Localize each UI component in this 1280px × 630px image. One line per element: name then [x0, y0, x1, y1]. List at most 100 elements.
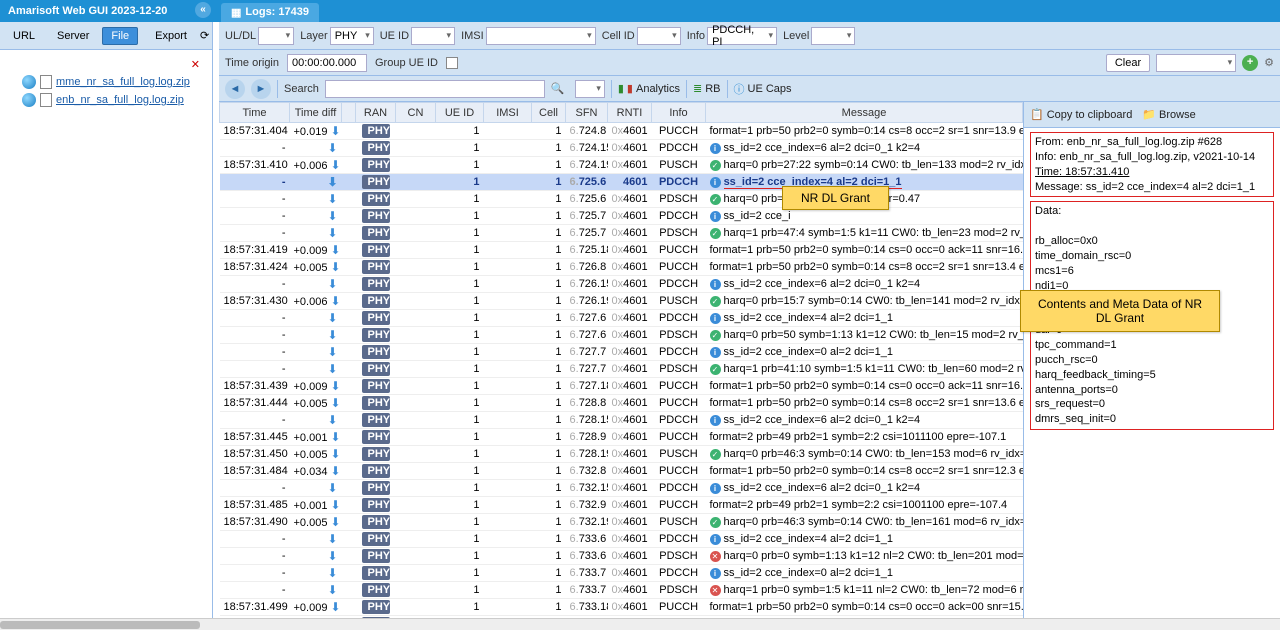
- table-row[interactable]: - ⬇PHY116.732.150x4601PDCCHi ss_id=2 cce…: [220, 480, 1023, 497]
- browse-button[interactable]: 📁Browse: [1142, 108, 1195, 121]
- table-row[interactable]: 18:57:31.450+0.005 ⬇PHY116.728.190x4601P…: [220, 446, 1023, 463]
- info-icon: ⓘ: [734, 81, 745, 97]
- forward-icon[interactable]: ►: [251, 79, 271, 99]
- ueid-select[interactable]: [411, 27, 455, 45]
- table-row[interactable]: - ⬇PHY116.726.150x4601PDCCHi ss_id=2 cce…: [220, 276, 1023, 293]
- callout-grant: NR DL Grant: [782, 186, 889, 210]
- add-icon[interactable]: +: [1242, 55, 1258, 71]
- server-button[interactable]: Server: [48, 27, 98, 45]
- table-row[interactable]: - ⬇PHY116.725.60x4601PDSCH✓ harq=0 prb=0…: [220, 191, 1023, 208]
- time-origin-label: Time origin: [225, 57, 279, 69]
- info-select[interactable]: PDCCH, PI: [707, 27, 777, 45]
- col-header[interactable]: CN: [396, 103, 436, 123]
- time-origin-input[interactable]: [287, 54, 367, 72]
- col-header[interactable]: UE ID: [436, 103, 484, 123]
- table-row[interactable]: - ⬇PHY116.733.60x4601PDSCH✕ harq=0 prb=0…: [220, 548, 1023, 565]
- col-header[interactable]: RNTI: [608, 103, 652, 123]
- refresh-icon[interactable]: ⟳: [200, 26, 209, 46]
- gear-icon[interactable]: ⚙: [1264, 56, 1274, 69]
- hscrollbar[interactable]: [0, 618, 1280, 630]
- table-row[interactable]: - ⬇PHY116.733.70x4601PDSCH✕ harq=1 prb=0…: [220, 582, 1023, 599]
- col-header[interactable]: Time diff: [290, 103, 342, 123]
- search-input[interactable]: [325, 80, 545, 98]
- table-row[interactable]: - ⬇PHY116.727.60x4601PDCCHi ss_id=2 cce_…: [220, 310, 1023, 327]
- cellid-select[interactable]: [637, 27, 681, 45]
- cellid-label: Cell ID: [602, 30, 635, 42]
- collapse-left-icon[interactable]: «: [195, 2, 211, 18]
- col-header[interactable]: Info: [652, 103, 706, 123]
- uecaps-button[interactable]: ⓘUE Caps: [734, 81, 792, 97]
- col-header[interactable]: [342, 103, 356, 123]
- layer-select[interactable]: PHY: [330, 27, 374, 45]
- col-header[interactable]: Message: [706, 103, 1023, 123]
- col-header[interactable]: IMSI: [484, 103, 532, 123]
- col-header[interactable]: RAN: [356, 103, 396, 123]
- url-button[interactable]: URL: [4, 27, 44, 45]
- export-button[interactable]: Export: [146, 27, 196, 45]
- table-row[interactable]: - ⬇PHY116.733.70x4601PDCCHi ss_id=2 cce_…: [220, 565, 1023, 582]
- table-row[interactable]: 18:57:31.444+0.005 ⬇PHY116.728.80x4601PU…: [220, 395, 1023, 412]
- detail-from: From: enb_nr_sa_full_log.log.zip #628: [1035, 135, 1269, 150]
- detail-data-label: Data:: [1035, 204, 1269, 219]
- log-table: TimeTime diff RANCNUE IDIMSICellSFNRNTIIn…: [219, 102, 1023, 618]
- table-row[interactable]: 18:57:31.439+0.009 ⬇PHY116.727.180x4601P…: [220, 378, 1023, 395]
- uldl-label: UL/DL: [225, 30, 256, 42]
- table-row[interactable]: - ⬇PHY116.727.70x4601PDSCH✓ harq=1 prb=4…: [220, 361, 1023, 378]
- app-title: Amarisoft Web GUI 2023-12-20: [8, 5, 167, 17]
- table-row[interactable]: 18:57:31.445+0.001 ⬇PHY116.728.90x4601PU…: [220, 429, 1023, 446]
- file-button[interactable]: File: [102, 27, 138, 45]
- tree-item[interactable]: enb_nr_sa_full_log.log.zip: [4, 91, 208, 109]
- tab-logs[interactable]: ▦ Logs: 17439: [221, 3, 319, 22]
- col-header[interactable]: Cell: [532, 103, 566, 123]
- search-opts[interactable]: [575, 80, 605, 98]
- group-ue-checkbox[interactable]: [446, 57, 458, 69]
- table-row[interactable]: - ⬇PHY116.724.150x4601PDCCHi ss_id=2 cce…: [220, 140, 1023, 157]
- binoculars-icon[interactable]: 🔍: [551, 82, 569, 95]
- table-row[interactable]: 18:57:31.485+0.001 ⬇PHY116.732.90x4601PU…: [220, 497, 1023, 514]
- detail-header-box: From: enb_nr_sa_full_log.log.zip #628 In…: [1030, 132, 1274, 197]
- table-row[interactable]: 18:57:31.430+0.006 ⬇PHY116.726.190x4601P…: [220, 293, 1023, 310]
- level-select[interactable]: [811, 27, 855, 45]
- info-label: Info: [687, 30, 705, 42]
- detail-msg: Message: ss_id=2 cce_index=4 al=2 dci=1_…: [1035, 180, 1269, 195]
- uldl-select[interactable]: [258, 27, 294, 45]
- col-header[interactable]: Time: [220, 103, 290, 123]
- table-row[interactable]: - ⬇PHY116.727.60x4601PDSCH✓ harq=0 prb=5…: [220, 327, 1023, 344]
- table-row[interactable]: - ⬇PHY116.728.150x4601PDCCHi ss_id=2 cce…: [220, 412, 1023, 429]
- copy-button[interactable]: 📋Copy to clipboard: [1030, 108, 1132, 121]
- back-icon[interactable]: ◄: [225, 79, 245, 99]
- search-label: Search: [284, 83, 319, 95]
- table-row[interactable]: 18:57:31.404+0.019 ⬇PHY116.724.80x4601PU…: [220, 123, 1023, 140]
- clear-select[interactable]: [1156, 54, 1236, 72]
- table-row[interactable]: 18:57:31.490+0.005 ⬇PHY116.732.190x4601P…: [220, 514, 1023, 531]
- table-row[interactable]: - ⬇PHY116.725.70x4601PDCCHi ss_id=2 cce_…: [220, 208, 1023, 225]
- close-icon[interactable]: ✕: [4, 56, 208, 73]
- folder-icon: 📁: [1142, 108, 1156, 121]
- tree-label: enb_nr_sa_full_log.log.zip: [56, 94, 184, 106]
- layer-label: Layer: [300, 30, 328, 42]
- detail-info: Info: enb_nr_sa_full_log.log.zip, v2021-…: [1035, 150, 1269, 165]
- table-row[interactable]: 18:57:31.499+0.009 ⬇PHY116.733.180x4601P…: [220, 599, 1023, 616]
- table-row[interactable]: - ⬇PHY116.725.64601PDCCHi ss_id=2 cce_in…: [220, 174, 1023, 191]
- group-ue-label: Group UE ID: [375, 57, 438, 69]
- table-row[interactable]: 18:57:31.484+0.034 ⬇PHY116.732.80x4601PU…: [220, 463, 1023, 480]
- table-row[interactable]: 18:57:31.424+0.005 ⬇PHY116.726.80x4601PU…: [220, 259, 1023, 276]
- analytics-button[interactable]: ▮▮Analytics: [618, 82, 680, 95]
- tree-item[interactable]: mme_nr_sa_full_log.log.zip: [4, 73, 208, 91]
- table-row[interactable]: 18:57:31.410+0.006 ⬇PHY116.724.190x4601P…: [220, 157, 1023, 174]
- imsi-select[interactable]: [486, 27, 596, 45]
- clipboard-icon: 📋: [1030, 108, 1044, 121]
- table-row[interactable]: 18:57:31.419+0.009 ⬇PHY116.725.180x4601P…: [220, 242, 1023, 259]
- tree-label: mme_nr_sa_full_log.log.zip: [56, 76, 190, 88]
- level-label: Level: [783, 30, 809, 42]
- table-row[interactable]: - ⬇PHY116.727.70x4601PDCCHi ss_id=2 cce_…: [220, 344, 1023, 361]
- clear-button[interactable]: Clear: [1106, 54, 1150, 72]
- ueid-label: UE ID: [380, 30, 409, 42]
- col-header[interactable]: SFN: [566, 103, 608, 123]
- rb-button[interactable]: ≣RB: [693, 82, 721, 95]
- list-icon: ≣: [693, 82, 702, 95]
- tab-label: Logs: 17439: [245, 6, 309, 19]
- table-row[interactable]: - ⬇PHY116.725.70x4601PDSCH✓ harq=1 prb=4…: [220, 225, 1023, 242]
- table-row[interactable]: - ⬇PHY116.733.60x4601PDCCHi ss_id=2 cce_…: [220, 531, 1023, 548]
- globe-icon: [22, 93, 36, 107]
